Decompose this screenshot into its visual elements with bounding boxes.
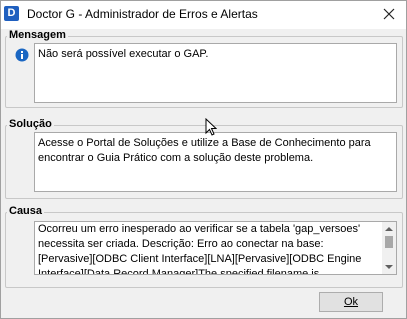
dialog-window: D Doctor G - Administrador de Erros e Al… bbox=[0, 0, 407, 319]
ok-button[interactable]: Ok bbox=[319, 292, 383, 312]
ok-button-label: Ok bbox=[343, 296, 359, 308]
causa-text: Ocorreu um erro inesperado ao verificar … bbox=[38, 223, 362, 275]
solucao-text: Acesse o Portal de Soluções e utilize a … bbox=[38, 137, 371, 164]
causa-scrollbar[interactable] bbox=[382, 222, 396, 274]
close-icon bbox=[383, 8, 395, 20]
title-bar[interactable]: D Doctor G - Administrador de Erros e Al… bbox=[1, 1, 406, 29]
info-icon bbox=[15, 48, 29, 62]
solucao-box: Acesse o Portal de Soluções e utilize a … bbox=[34, 132, 397, 192]
close-button[interactable] bbox=[380, 5, 398, 23]
window-title: Doctor G - Administrador de Erros e Aler… bbox=[27, 7, 258, 21]
mensagem-label: Mensagem bbox=[7, 29, 68, 41]
mouse-cursor-icon bbox=[205, 118, 217, 136]
solucao-label: Solução bbox=[7, 118, 54, 130]
mensagem-box: Não será possível executar o GAP. bbox=[34, 43, 397, 103]
scroll-thumb[interactable] bbox=[385, 236, 393, 248]
mensagem-text: Não será possível executar o GAP. bbox=[38, 48, 209, 60]
scroll-up-icon[interactable] bbox=[385, 225, 393, 233]
causa-label: Causa bbox=[7, 205, 45, 217]
scroll-down-icon[interactable] bbox=[385, 263, 393, 271]
causa-box[interactable]: Ocorreu um erro inesperado ao verificar … bbox=[34, 221, 397, 275]
app-icon: D bbox=[4, 6, 19, 21]
